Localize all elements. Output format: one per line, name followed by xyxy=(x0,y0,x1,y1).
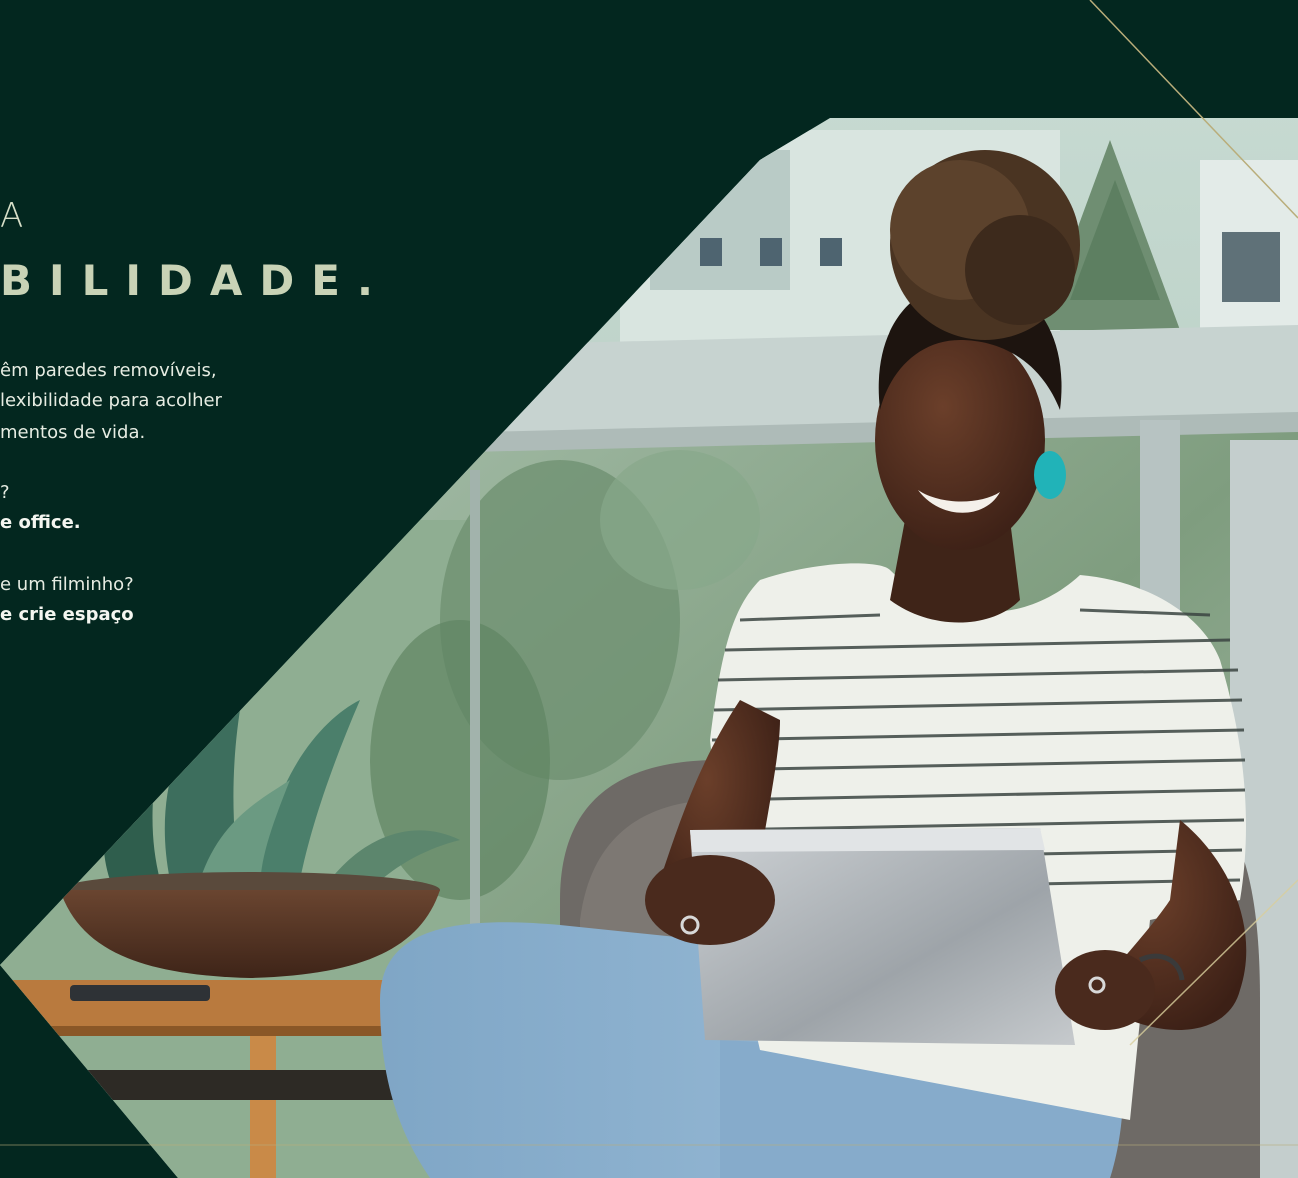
paragraph-2-question: ? xyxy=(0,482,10,503)
page: A BILIDADE. êm paredes removíveis, lexib… xyxy=(0,0,1298,1178)
paragraph-2-answer: e office. xyxy=(0,512,81,533)
paragraph-3-answer: e crie espaço xyxy=(0,604,134,625)
paragraph-1-line-1: êm paredes removíveis, xyxy=(0,360,217,381)
paragraph-1-line-3: mentos de vida. xyxy=(0,422,146,443)
paragraph-3-question: e um filminho? xyxy=(0,574,134,595)
paragraph-1-line-2: lexibilidade para acolher xyxy=(0,390,222,411)
heading-line-1: A xyxy=(0,196,34,236)
heading-line-2: BILIDADE. xyxy=(0,256,390,305)
hero-photo xyxy=(0,118,1298,1178)
earring xyxy=(1034,451,1066,499)
photo-illustration xyxy=(0,118,1298,1178)
